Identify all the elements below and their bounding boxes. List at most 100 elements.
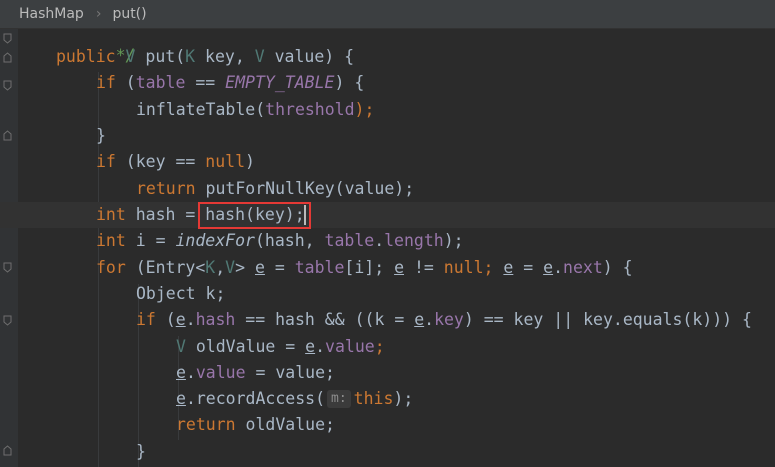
code-line: e.value = value; bbox=[176, 360, 335, 386]
field-ref: threshold bbox=[265, 100, 355, 119]
code-text: } bbox=[136, 442, 146, 461]
keyword: null bbox=[443, 258, 484, 277]
code-line: return oldValue; bbox=[176, 412, 335, 438]
code-text: value) { bbox=[264, 47, 355, 66]
method-call: .recordAccess( bbox=[185, 389, 326, 408]
fold-marker-icon[interactable] bbox=[3, 52, 12, 63]
code-text: ) == key || key.equals(k))) { bbox=[463, 310, 752, 329]
code-line: if (key == null) bbox=[96, 149, 255, 175]
fold-marker-icon[interactable] bbox=[3, 315, 12, 326]
type-param: V bbox=[176, 337, 186, 356]
keyword: for bbox=[96, 258, 126, 277]
variable-ref: e bbox=[175, 310, 186, 329]
editor-gutter[interactable] bbox=[0, 29, 18, 467]
keyword: if bbox=[136, 310, 156, 329]
variable-ref: e bbox=[414, 310, 425, 329]
fold-marker-icon[interactable] bbox=[3, 445, 12, 456]
code-line: } bbox=[136, 439, 146, 465]
variable-ref: e bbox=[503, 258, 514, 277]
variable-ref: e bbox=[305, 337, 316, 356]
code-text: ( bbox=[155, 310, 176, 329]
keyword: null bbox=[205, 152, 246, 171]
code-text: i = bbox=[125, 231, 176, 250]
code-text: hash = bbox=[125, 205, 206, 224]
variable-ref: e bbox=[543, 258, 554, 277]
type-param: V bbox=[254, 47, 265, 66]
code-text: . bbox=[315, 337, 326, 356]
keyword: this bbox=[353, 389, 394, 408]
code-text: } bbox=[96, 126, 106, 145]
field-ref: hash bbox=[195, 310, 236, 329]
method-name: put( bbox=[145, 47, 186, 66]
code-text: = bbox=[513, 258, 544, 277]
code-text: ) { bbox=[334, 73, 365, 92]
code-text: . bbox=[185, 363, 196, 382]
field-ref: next bbox=[563, 258, 603, 277]
fold-marker-icon[interactable] bbox=[3, 130, 12, 141]
field-ref: table bbox=[294, 258, 345, 277]
code-line: e.recordAccess(m: this); bbox=[176, 386, 413, 412]
code-text: , bbox=[215, 258, 226, 277]
code-text: = bbox=[264, 258, 295, 277]
code-text: ); bbox=[354, 100, 375, 119]
keyword: if bbox=[96, 73, 116, 92]
code-text: == hash && ((k = bbox=[235, 310, 415, 329]
code-text: . bbox=[374, 231, 385, 250]
type-param: V bbox=[225, 258, 236, 277]
keyword: return bbox=[176, 415, 236, 434]
code-text: Object k; bbox=[136, 284, 226, 303]
code-line: } bbox=[96, 123, 106, 149]
code-line: Object k; bbox=[136, 281, 225, 307]
variable-ref: e bbox=[394, 258, 405, 277]
constant-ref: EMPTY_TABLE bbox=[225, 73, 335, 92]
field-ref: table bbox=[135, 73, 186, 92]
variable-ref: e bbox=[176, 363, 186, 382]
fold-marker-icon[interactable] bbox=[3, 262, 12, 273]
code-text: ); bbox=[393, 389, 414, 408]
code-text: (Entry< bbox=[125, 258, 206, 277]
code-text: = value; bbox=[245, 363, 335, 382]
code-text: [i]; bbox=[344, 258, 395, 277]
code-line: V oldValue = e.value; bbox=[176, 334, 385, 360]
code-text: putForNullKey(value); bbox=[195, 179, 415, 198]
code-text: == bbox=[185, 73, 226, 92]
method-call: inflateTable( bbox=[136, 100, 266, 119]
field-ref: key bbox=[434, 310, 464, 329]
keyword: int bbox=[96, 231, 126, 250]
keyword: public bbox=[56, 47, 116, 66]
code-line: for (Entry<K,V> e = table[i]; e != null;… bbox=[96, 255, 633, 281]
code-text: ( bbox=[115, 73, 136, 92]
fold-marker-icon[interactable] bbox=[3, 80, 12, 91]
static-method: indexFor bbox=[175, 231, 255, 250]
variable-ref: e bbox=[254, 258, 265, 277]
code-line: return putForNullKey(value); bbox=[136, 176, 414, 202]
highlight-box bbox=[198, 202, 311, 229]
fold-marker-icon[interactable] bbox=[3, 33, 12, 44]
type-param: K bbox=[205, 258, 216, 277]
keyword: return bbox=[136, 179, 196, 198]
code-line: inflateTable(threshold); bbox=[136, 97, 374, 123]
code-text: ) { bbox=[602, 258, 633, 277]
code-line: if (e.hash == hash && ((k = e.key) == ke… bbox=[136, 307, 752, 333]
code-text: oldValue = bbox=[185, 337, 306, 356]
code-text: ; bbox=[483, 258, 504, 277]
code-text: != bbox=[404, 258, 444, 277]
type-param: V bbox=[125, 47, 136, 66]
text-caret bbox=[304, 205, 306, 225]
type-param: K bbox=[185, 47, 196, 66]
code-text: . bbox=[553, 258, 564, 277]
code-text: > bbox=[235, 258, 255, 277]
field-ref: length bbox=[384, 231, 444, 250]
parameter-hint: m: bbox=[327, 390, 351, 408]
keyword: if bbox=[96, 152, 116, 171]
code-text: ) bbox=[245, 152, 255, 171]
code-text: ; bbox=[374, 337, 385, 356]
code-editor[interactable]: HashMap › put() */ public V put(K key, V… bbox=[0, 0, 775, 467]
code-text: (key == bbox=[115, 152, 206, 171]
field-ref: table bbox=[324, 231, 375, 250]
variable-ref: e bbox=[176, 389, 186, 408]
code-line: int i = indexFor(hash, table.length); bbox=[96, 228, 464, 254]
field-ref: value bbox=[325, 337, 375, 356]
code-line: public V put(K key, V value) { bbox=[56, 44, 354, 70]
code-line: */ bbox=[56, 17, 136, 65]
